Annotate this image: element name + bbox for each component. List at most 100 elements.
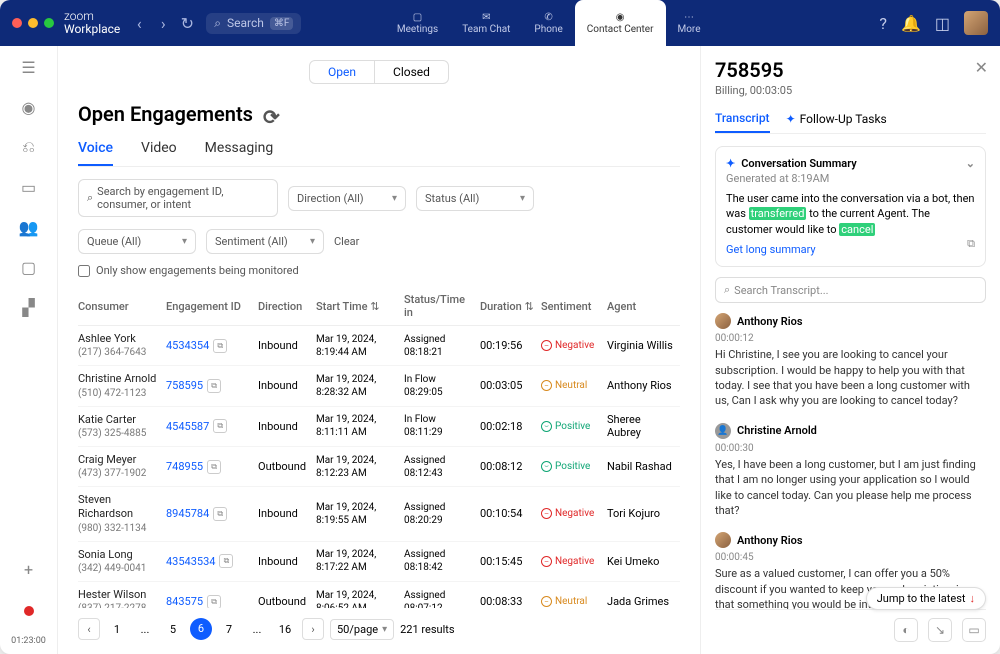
copy-icon[interactable]: ⧉: [213, 339, 227, 353]
history-button[interactable]: ↻: [176, 12, 198, 34]
page-number[interactable]: 7: [218, 623, 240, 636]
direction-filter[interactable]: Direction (All)▾: [288, 186, 406, 211]
copy-icon[interactable]: ⧉: [207, 460, 221, 474]
table-row[interactable]: Sonia Long(342) 449-0041 43543534⧉ Inbou…: [78, 542, 680, 582]
engagement-search-input[interactable]: ⌕Search by engagement ID, consumer, or i…: [78, 179, 278, 217]
segment-closed[interactable]: Closed: [375, 61, 448, 83]
page-title: Open Engagements ⟳: [78, 102, 680, 126]
page-number[interactable]: 5: [162, 623, 184, 636]
global-search-input[interactable]: ⌕ Search ⌘F: [206, 13, 301, 34]
table-row[interactable]: Christine Arnold(510) 472-1123 758595⧉ I…: [78, 366, 680, 406]
maximize-window[interactable]: [44, 18, 54, 28]
queue-filter[interactable]: Queue (All)▾: [78, 229, 196, 254]
table-row[interactable]: Craig Meyer(473) 377-1902 748955⧉ Outbou…: [78, 447, 680, 487]
engagement-id-link[interactable]: 8945784: [166, 507, 209, 520]
page-next-button[interactable]: ›: [302, 618, 324, 640]
help-icon[interactable]: ?: [879, 14, 887, 33]
col-status[interactable]: Status/Time in: [404, 293, 474, 319]
col-start-time[interactable]: Start Time ⇅: [316, 300, 398, 313]
direction-cell: Inbound: [258, 555, 310, 568]
page-size-select[interactable]: 50/page▾: [330, 619, 394, 640]
table-row[interactable]: Hester Wilson(837) 217-2278 843575⧉ Outb…: [78, 582, 680, 608]
page-number: ...: [134, 623, 156, 636]
apps-icon[interactable]: ◫: [935, 14, 950, 33]
search-icon: ⌕: [214, 16, 221, 31]
menu-toggle-icon[interactable]: ☰: [18, 56, 40, 78]
nav-team-chat[interactable]: ✉Team Chat: [450, 0, 522, 46]
table-row[interactable]: Ashlee York(217) 364-7643 4534354⧉ Inbou…: [78, 326, 680, 366]
action-listen-button[interactable]: ◐: [894, 618, 918, 642]
bell-icon[interactable]: 🔔: [901, 14, 921, 33]
col-engagement-id[interactable]: Engagement ID: [166, 300, 252, 313]
tab-messaging[interactable]: Messaging: [205, 140, 274, 166]
sentiment-badge: ⌢Negative: [541, 508, 601, 519]
rail-contacts-icon[interactable]: ▢: [18, 256, 40, 278]
action-whisper-button[interactable]: ↘: [928, 618, 952, 642]
engagement-id-link[interactable]: 843575: [166, 595, 203, 608]
user-avatar[interactable]: [964, 11, 988, 35]
message-timestamp: 00:00:45: [715, 552, 986, 563]
refresh-button[interactable]: ⟳: [263, 105, 281, 123]
duration-cell: 00:08:33: [480, 595, 535, 608]
status-filter[interactable]: Status (All)▾: [416, 186, 534, 211]
transcript-search-input[interactable]: ⌕Search Transcript...: [715, 277, 986, 303]
minimize-window[interactable]: [28, 18, 38, 28]
copy-icon[interactable]: ⧉: [219, 554, 233, 568]
tab-voice[interactable]: Voice: [78, 140, 113, 166]
col-duration[interactable]: Duration ⇅: [480, 300, 535, 313]
engagement-id-link[interactable]: 758595: [166, 379, 203, 392]
nav-back-button[interactable]: ‹: [128, 12, 150, 34]
copy-summary-button[interactable]: ⧉: [967, 237, 975, 251]
agent-cell: Anthony Rios: [607, 379, 677, 392]
tab-video[interactable]: Video: [141, 140, 177, 166]
consumer-name: Katie Carter: [78, 413, 160, 427]
copy-icon[interactable]: ⧉: [207, 379, 221, 393]
rail-addressbook-icon[interactable]: ▭: [18, 176, 40, 198]
segment-open[interactable]: Open: [310, 61, 375, 83]
col-sentiment[interactable]: Sentiment: [541, 300, 601, 313]
rail-engagements-icon[interactable]: ◉: [18, 96, 40, 118]
page-prev-button[interactable]: ‹: [78, 618, 100, 640]
engagement-id-link[interactable]: 4534354: [166, 339, 209, 352]
monitored-only-checkbox[interactable]: Only show engagements being monitored: [78, 264, 680, 277]
close-window[interactable]: [12, 18, 22, 28]
rail-team-icon[interactable]: 👥: [18, 216, 40, 238]
close-panel-button[interactable]: ✕: [975, 58, 988, 77]
col-direction[interactable]: Direction: [258, 300, 310, 313]
page-number[interactable]: 16: [274, 623, 296, 636]
copy-icon[interactable]: ⧉: [207, 595, 221, 608]
table-row[interactable]: Steven Richardson(980) 332-1134 8945784⧉…: [78, 487, 680, 542]
copy-icon[interactable]: ⧉: [213, 507, 227, 521]
clear-filters-button[interactable]: Clear: [334, 235, 359, 248]
col-consumer[interactable]: Consumer: [78, 300, 160, 313]
direction-cell: Outbound: [258, 595, 310, 608]
tab-transcript[interactable]: Transcript: [715, 111, 770, 133]
rail-analytics-icon[interactable]: ▞: [18, 296, 40, 318]
nav-meetings[interactable]: ▢Meetings: [385, 0, 450, 46]
chevron-down-icon: ▾: [310, 236, 315, 247]
rail-flows-icon[interactable]: ⎌: [18, 136, 40, 158]
col-agent[interactable]: Agent: [607, 300, 677, 313]
nav-forward-button[interactable]: ›: [152, 12, 174, 34]
action-barge-button[interactable]: ▭: [962, 618, 986, 642]
page-number[interactable]: 1: [106, 623, 128, 636]
copy-icon[interactable]: ⧉: [213, 419, 227, 433]
engagement-id-link[interactable]: 748955: [166, 460, 203, 473]
rail-add-button[interactable]: +: [18, 558, 40, 580]
collapse-summary-button[interactable]: ⌄: [966, 157, 975, 170]
engagement-id-link[interactable]: 43543534: [166, 555, 215, 568]
headset-icon: ◉: [616, 12, 625, 23]
consumer-name: Sonia Long: [78, 548, 160, 562]
status-indicator[interactable]: [24, 606, 34, 616]
get-long-summary-link[interactable]: Get long summary: [726, 243, 816, 256]
nav-phone[interactable]: ✆Phone: [522, 0, 574, 46]
chevron-down-icon: ▾: [392, 193, 397, 204]
engagement-id-link[interactable]: 4545587: [166, 420, 209, 433]
table-row[interactable]: Katie Carter(573) 325-4885 4545587⧉ Inbo…: [78, 407, 680, 447]
nav-contact-center[interactable]: ◉Contact Center: [575, 0, 666, 46]
page-number[interactable]: 6: [190, 618, 212, 640]
nav-more[interactable]: ⋯More: [666, 0, 713, 46]
tab-followup-tasks[interactable]: ✦Follow-Up Tasks: [786, 111, 887, 133]
sentiment-filter[interactable]: Sentiment (All)▾: [206, 229, 324, 254]
jump-to-latest-button[interactable]: Jump to the latest↓: [866, 587, 986, 610]
